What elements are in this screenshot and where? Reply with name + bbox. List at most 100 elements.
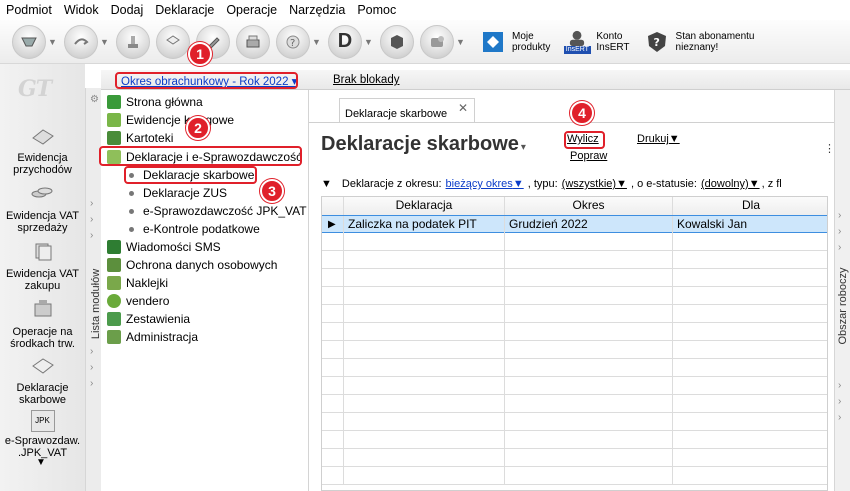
help-button[interactable]: ?	[276, 24, 310, 59]
report-icon	[107, 312, 121, 326]
column-header-deklaracja[interactable]: Deklaracja	[344, 197, 505, 215]
tree-item-ewidencje-ksiegowe[interactable]: Ewidencje księgowe	[107, 111, 234, 129]
empty-cell	[673, 305, 827, 323]
menu-dodaj[interactable]: Dodaj	[105, 0, 150, 20]
tree-item-naklejki[interactable]: Naklejki	[107, 274, 168, 292]
send-icon	[21, 37, 37, 46]
table-row[interactable]: ▶ Zaliczka na podatek PIT Grudzień 2022 …	[322, 215, 827, 234]
column-header-dla[interactable]: Dla	[673, 197, 827, 215]
stamp-button[interactable]	[116, 24, 150, 59]
cloud-dropdown-icon[interactable]: ▼	[456, 37, 466, 47]
menu-operacje[interactable]: Operacje	[220, 0, 283, 20]
moje-produkty-button[interactable]: Moje produkty	[480, 29, 550, 55]
menu-widok[interactable]: Widok	[58, 0, 105, 20]
nav-ewidencja-przychodow[interactable]: Ewidencja przychodów	[0, 124, 85, 176]
svg-text:?: ?	[653, 36, 659, 49]
empty-cell	[344, 413, 505, 431]
page-title[interactable]: Deklaracje skarbowe ▾	[321, 133, 526, 156]
empty-cell	[322, 287, 344, 305]
module-list-strip[interactable]: ⚙ › › › Lista modułów › › ›	[85, 88, 102, 491]
filter-period-dropdown[interactable]: bieżący okres▼	[446, 178, 524, 190]
tree-item-ochrona-danych[interactable]: Ochrona danych osobowych	[107, 256, 277, 274]
empty-cell	[322, 431, 344, 449]
print-button[interactable]	[236, 24, 270, 59]
filter-status-dropdown[interactable]: (dowolny)▼	[701, 178, 760, 190]
column-header-okres[interactable]: Okres	[505, 197, 673, 215]
send-dropdown-icon[interactable]: ▼	[48, 37, 58, 47]
help-dropdown-icon[interactable]: ▼	[312, 37, 322, 47]
chevron-right-icon: ›	[838, 226, 842, 237]
empty-cell	[673, 323, 827, 341]
tree-subitem-e-kontrole[interactable]: e-Kontrole podatkowe	[129, 220, 260, 238]
popraw-link[interactable]: Popraw	[570, 150, 607, 162]
menu-narzedzia[interactable]: Narzędzia	[283, 0, 351, 20]
d-dropdown-icon[interactable]: ▼	[364, 37, 374, 47]
drukuj-link[interactable]: Drukuj▼	[637, 133, 680, 145]
assets-icon	[34, 300, 51, 317]
menu-deklaracje[interactable]: Deklaracje	[149, 0, 220, 20]
empty-cell	[505, 287, 673, 305]
document-button[interactable]	[156, 24, 190, 59]
title-dropdown-icon[interactable]: ▾	[521, 142, 526, 153]
chevron-right-icon: ›	[838, 412, 842, 423]
shield-icon	[107, 258, 121, 272]
empty-cell	[505, 395, 673, 413]
tree-item-administracja[interactable]: Administracja	[107, 328, 198, 346]
bullet-icon	[129, 226, 134, 232]
cube-button[interactable]	[380, 24, 414, 59]
forward-button[interactable]	[64, 24, 98, 59]
tree-item-strona-glowna[interactable]: Strona główna	[107, 93, 203, 111]
row-indicator-icon: ▶	[322, 216, 344, 234]
forward-dropdown-icon[interactable]: ▼	[100, 37, 110, 47]
tree-item-zestawienia[interactable]: Zestawienia	[107, 310, 190, 328]
empty-cell	[344, 431, 505, 449]
cloud-icon	[431, 35, 444, 47]
nav-ewidencja-vat-sprzedazy[interactable]: Ewidencja VAT sprzedaży	[0, 182, 85, 234]
moje-produkty-label: Moje produkty	[512, 30, 551, 53]
filter-collapse-icon[interactable]: ▼	[321, 178, 332, 190]
scroll-down-icon[interactable]: ▼	[36, 457, 46, 468]
close-icon[interactable]: ✕	[458, 93, 468, 123]
step-badge-1: 1	[188, 42, 212, 66]
menu-pomoc[interactable]: Pomoc	[351, 0, 402, 20]
wylicz-link[interactable]: Wylicz	[567, 133, 599, 145]
filter-type-dropdown[interactable]: (wszystkie)▼	[562, 178, 627, 190]
insert-account-icon: InsERT	[563, 29, 591, 55]
subscription-status-button[interactable]: ? Stan abonamentu nieznany!	[644, 29, 754, 55]
nav-ewidencja-vat-zakupu[interactable]: Ewidencja VAT zakupu	[0, 240, 85, 292]
send-button[interactable]	[12, 24, 46, 59]
nav-e-sprawozdawczosc-jpk[interactable]: JPK e-Sprawozdaw. .JPK_VAT	[0, 410, 85, 459]
toolbar: ▼ ▼ ? ▼ D ▼ ▼ Moje produkty InsERT Konto…	[0, 20, 850, 64]
empty-cell	[673, 431, 827, 449]
work-area-strip[interactable]: › › › Obszar roboczy › › ›	[834, 90, 850, 491]
tree-subitem-deklaracje-skarbowe[interactable]: Deklaracje skarbowe	[129, 166, 254, 184]
empty-cell	[322, 305, 344, 323]
tree-item-vendero[interactable]: vendero	[107, 292, 169, 310]
empty-table-row	[322, 287, 827, 305]
tree-subitem-deklaracje-zus[interactable]: Deklaracje ZUS	[129, 184, 227, 202]
nav-label: Ewidencja VAT sprzedaży	[6, 210, 79, 234]
empty-table-row	[322, 377, 827, 395]
tree-item-deklaracje-e-sprawozdawczosc[interactable]: Deklaracje i e-Sprawozdawczość	[107, 148, 302, 166]
empty-cell	[673, 233, 827, 251]
lock-status-link[interactable]: Brak blokady	[333, 74, 399, 86]
tree-item-wiadomosci-sms[interactable]: Wiadomości SMS	[107, 238, 221, 256]
tree-item-kartoteki[interactable]: Kartoteki	[107, 129, 173, 147]
tab-deklaracje-skarbowe[interactable]: Deklaracje skarbowe ✕	[339, 98, 475, 122]
empty-cell	[344, 395, 505, 413]
nav-deklaracje-skarbowe[interactable]: Deklaracje skarbowe	[0, 354, 85, 406]
cloud-button[interactable]	[420, 24, 454, 59]
empty-cell	[322, 233, 344, 251]
nav-operacje-srodki-trwale[interactable]: Operacje na środkach trw.	[0, 298, 85, 350]
chevron-right-icon: ›	[90, 214, 94, 225]
chevron-right-icon: ⚙	[90, 94, 99, 105]
tree-subitem-jpk-vat[interactable]: e-Sprawozdawczość JPK_VAT	[129, 202, 307, 220]
chevron-right-icon: ›	[90, 346, 94, 357]
konto-insert-button[interactable]: InsERT Konto InsERT	[563, 29, 630, 55]
period-dropdown[interactable]: Okres obrachunkowy - Rok 2022 ▾	[121, 74, 297, 88]
menu-podmiot[interactable]: Podmiot	[0, 0, 58, 20]
tab-divider	[309, 122, 834, 123]
d-button[interactable]: D	[328, 24, 362, 59]
empty-cell	[344, 269, 505, 287]
svg-text:?: ?	[290, 38, 295, 49]
